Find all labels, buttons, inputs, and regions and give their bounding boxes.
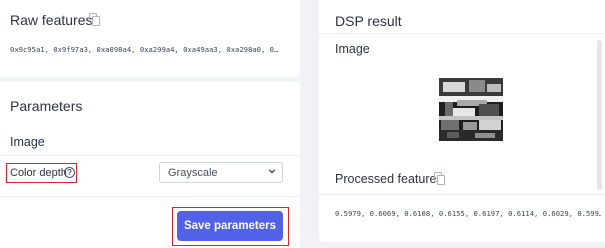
save-parameters-button[interactable]: Save parameters [177,211,283,241]
raw-features-title: Raw features [10,12,93,28]
section-divider [0,196,300,197]
card-divider [319,194,605,195]
copy-icon[interactable] [434,172,446,185]
section-divider [0,155,300,156]
chevron-down-icon [268,169,276,174]
dsp-image-label: Image [335,42,370,56]
processed-features-title: Processed features [335,172,443,186]
color-depth-value: Grayscale [168,167,218,179]
card-divider [319,33,605,34]
color-depth-label-highlight: Color depth ? [6,163,77,183]
color-depth-select[interactable]: Grayscale [159,162,283,183]
copy-icon[interactable] [89,13,101,26]
image-section-title: Image [10,135,45,149]
processed-features-values: 0.5979, 0.6069, 0.6108, 0.6155, 0.6197, … [335,209,601,218]
scrollbar[interactable] [597,40,602,190]
parameters-title: Parameters [10,98,83,114]
processed-image [439,78,503,141]
color-depth-label: Color depth [10,167,67,179]
save-button-highlight: Save parameters [172,207,289,246]
help-circle-icon[interactable]: ? [64,167,75,178]
raw-features-card: Raw features 0x9c95a1, 0x9f97a3, 0xa098a… [0,0,300,77]
dsp-result-title: DSP result [335,13,402,29]
raw-features-values: 0x9c95a1, 0x9f97a3, 0xa098a4, 0xa299a4, … [10,45,279,54]
